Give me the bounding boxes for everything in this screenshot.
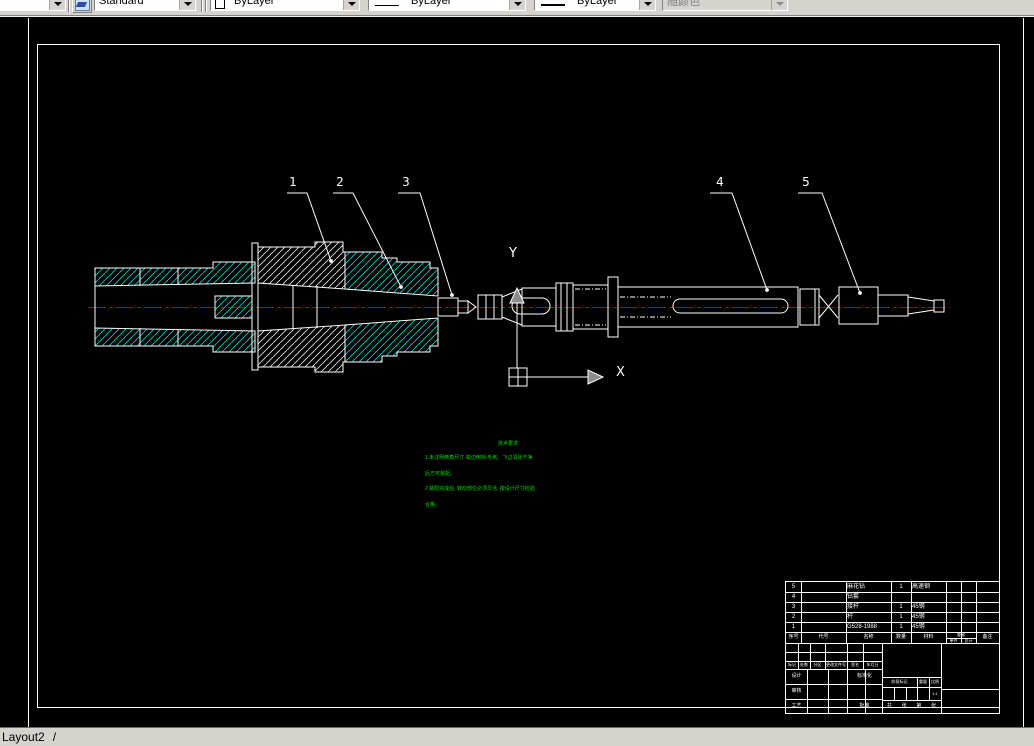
color-combo-value: ByLayer — [234, 0, 275, 7]
weight-label: 重量 — [919, 679, 927, 684]
bom-header-name: 名称 — [863, 634, 874, 640]
approve-label: 批准 — [859, 703, 870, 709]
balloon-3: 3 — [402, 175, 410, 189]
toolbar-separator — [205, 0, 207, 12]
layer-combo[interactable] — [0, 0, 66, 11]
notes-line-4: 合格。 — [425, 502, 441, 508]
sheet-total-label: 共 — [886, 703, 892, 709]
bom-row-qty: 1 — [899, 624, 903, 630]
bom-row-qty: 1 — [899, 604, 903, 610]
bom-header-total: 总计 — [964, 638, 973, 643]
bom-row-name: G528-1988 — [847, 624, 878, 630]
color-combo-arrow-icon[interactable] — [343, 0, 359, 10]
plotstyle-combo-value: 随颜色 — [667, 0, 700, 8]
title-block: 序号 代号 名称 数量 材料 重量 单件 总计 备注 5 麻花钻 1 高速钢 4… — [785, 581, 1000, 714]
layout-tab-bar: Layout2 / — [0, 727, 1034, 746]
text-style-combo[interactable]: Standard — [94, 0, 196, 11]
balloon-2: 2 — [336, 175, 344, 189]
lineweight-combo-arrow-icon[interactable] — [639, 0, 655, 10]
color-combo[interactable]: ByLayer — [210, 0, 360, 11]
notes-line-3: 2.装配完成后, 转动部位必须灵活, 按设计尺寸检验 — [425, 486, 535, 492]
linetype-sample-icon — [375, 5, 399, 6]
notes-line-1: 1.未注明倒角尺寸·锐边倒钝·毛刺、飞边清除干净 — [425, 455, 533, 461]
plotstyle-combo: 随颜色 — [662, 0, 788, 11]
text-style-combo-arrow-icon[interactable] — [179, 0, 195, 10]
bom-row-name: 接杆 — [847, 604, 860, 610]
properties-toolbar: Standard ByLayer ByLayer ByLayer 随颜色 — [0, 0, 1034, 16]
bom-row-name: 杆 — [847, 614, 854, 620]
color-swatch-icon — [215, 0, 225, 9]
revision-header: 更改文件号 — [826, 662, 846, 667]
bom-row-material: 45钢 — [912, 604, 925, 610]
bom-row-qty: 1 — [899, 614, 903, 620]
sheet-no-label: 第 — [916, 703, 922, 709]
revision-header: 标记 — [788, 662, 796, 667]
bom-row-seq: 5 — [791, 584, 796, 590]
audit-label: 审核 — [791, 688, 802, 694]
lineweight-combo-value: ByLayer — [577, 0, 618, 7]
notes-title: 技术要求 — [497, 441, 518, 447]
design-label: 设计 — [791, 673, 802, 679]
bom-header-seq: 序号 — [788, 634, 799, 640]
text-style-manager-button[interactable] — [72, 0, 92, 13]
revision-header: 分区 — [813, 662, 822, 667]
toolbar-edge-highlight — [0, 16, 1034, 17]
lineweight-combo[interactable]: ByLayer — [534, 0, 656, 11]
bom-header-unit: 单件 — [949, 638, 958, 643]
tab-layout2[interactable]: Layout2 — [2, 730, 45, 744]
bom-header-material: 材料 — [923, 634, 934, 640]
text-style-combo-value: Standard — [99, 0, 144, 7]
plotstyle-combo-arrow-icon — [771, 0, 787, 10]
revision-header: 签名 — [851, 662, 859, 667]
bom-row-seq: 1 — [791, 624, 796, 630]
bom-row-name: 麻花钻 — [847, 584, 866, 590]
standardization-label: 标准化 — [856, 673, 872, 679]
scale-value: 1:1 — [932, 691, 938, 696]
revision-header: 年月日 — [866, 662, 879, 667]
sheet-zhang-label: 张 — [901, 703, 907, 709]
balloon-5: 5 — [802, 175, 810, 189]
scale-label: 比例 — [931, 679, 939, 684]
bom-row-material: 45钢 — [912, 614, 925, 620]
ucs-y-label: Y — [509, 246, 517, 261]
balloon-4: 4 — [716, 175, 724, 189]
bom-row-seq: 2 — [791, 614, 796, 620]
linetype-combo-arrow-icon[interactable] — [509, 0, 525, 10]
bom-header-remark: 备注 — [982, 634, 993, 640]
revision-header: 处数 — [800, 662, 808, 667]
ucs-x-label: X — [616, 365, 625, 380]
balloon-1: 1 — [289, 175, 297, 189]
bom-header-qty: 数量 — [895, 634, 906, 640]
layer-combo-arrow-icon[interactable] — [49, 0, 65, 10]
notes-line-2: 后方可装配。 — [425, 471, 456, 477]
bom-row-seq: 3 — [791, 604, 796, 610]
bom-row-material: 45钢 — [912, 624, 925, 630]
stage-mark-label: 阶段标记 — [891, 679, 908, 684]
linetype-combo-value: ByLayer — [411, 0, 452, 7]
process-label: 工艺 — [791, 703, 802, 709]
bom-header-code: 代号 — [818, 634, 829, 640]
toolbar-separator — [201, 0, 203, 12]
bom-row-seq: 4 — [791, 594, 796, 600]
bom-row-name: 钻套 — [847, 594, 860, 600]
lineweight-sample-icon — [541, 4, 565, 6]
styles-toolbar-icon — [75, 0, 90, 11]
sheet-zhang2-label: 张 — [931, 703, 937, 709]
linetype-combo[interactable]: ByLayer — [368, 0, 526, 11]
cad-window: Standard ByLayer ByLayer ByLayer 随颜色 1 2… — [0, 0, 1034, 746]
bom-row-material: 高速钢 — [912, 584, 931, 590]
toolbar-separator — [68, 0, 70, 12]
bom-row-qty: 1 — [899, 584, 903, 590]
tab-edge-divider: / — [52, 730, 57, 744]
